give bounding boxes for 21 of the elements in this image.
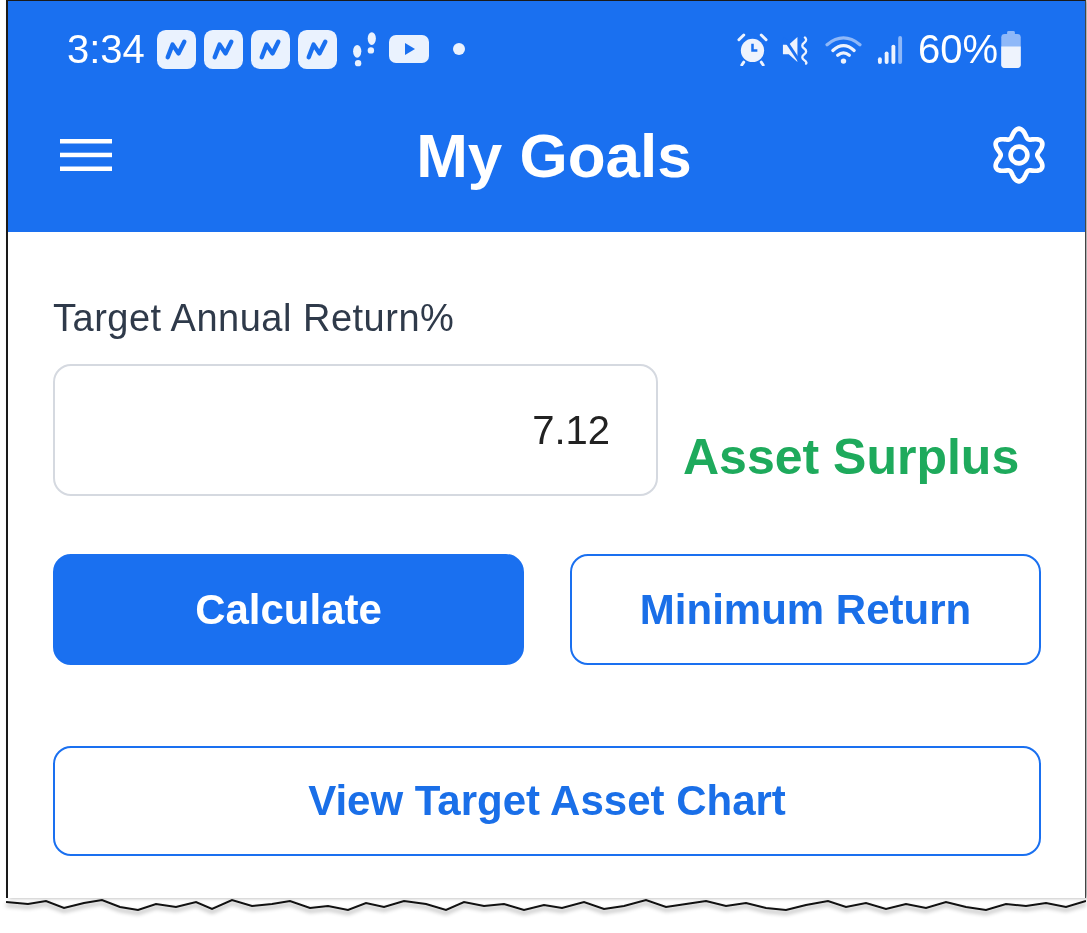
battery-icon <box>1000 30 1022 68</box>
alarm-clock-icon <box>735 32 769 66</box>
settings-icon[interactable] <box>990 126 1048 184</box>
view-chart-button[interactable]: View Target Asset Chart <box>53 746 1041 856</box>
menu-icon[interactable] <box>60 139 112 171</box>
screen-title: My Goals <box>416 119 692 191</box>
app-notification-icon <box>203 29 243 69</box>
app-notification-icon <box>156 29 196 69</box>
status-time: 3:34 <box>67 26 145 72</box>
app-notification-icon <box>250 29 290 69</box>
minimum-return-button[interactable]: Minimum Return <box>570 554 1041 665</box>
field-label: Target Annual Return% <box>53 296 455 340</box>
signal-bars-icon <box>876 34 904 64</box>
result-text: Asset Surplus <box>683 428 1020 486</box>
dot-icon <box>452 43 465 55</box>
battery-percentage: 60% <box>917 26 998 72</box>
app-notification-icon <box>297 29 337 69</box>
return-input[interactable]: 7.12 <box>53 364 658 496</box>
wifi-icon <box>823 34 863 64</box>
calculate-button[interactable]: Calculate <box>53 554 524 665</box>
play-button-icon <box>388 35 429 63</box>
